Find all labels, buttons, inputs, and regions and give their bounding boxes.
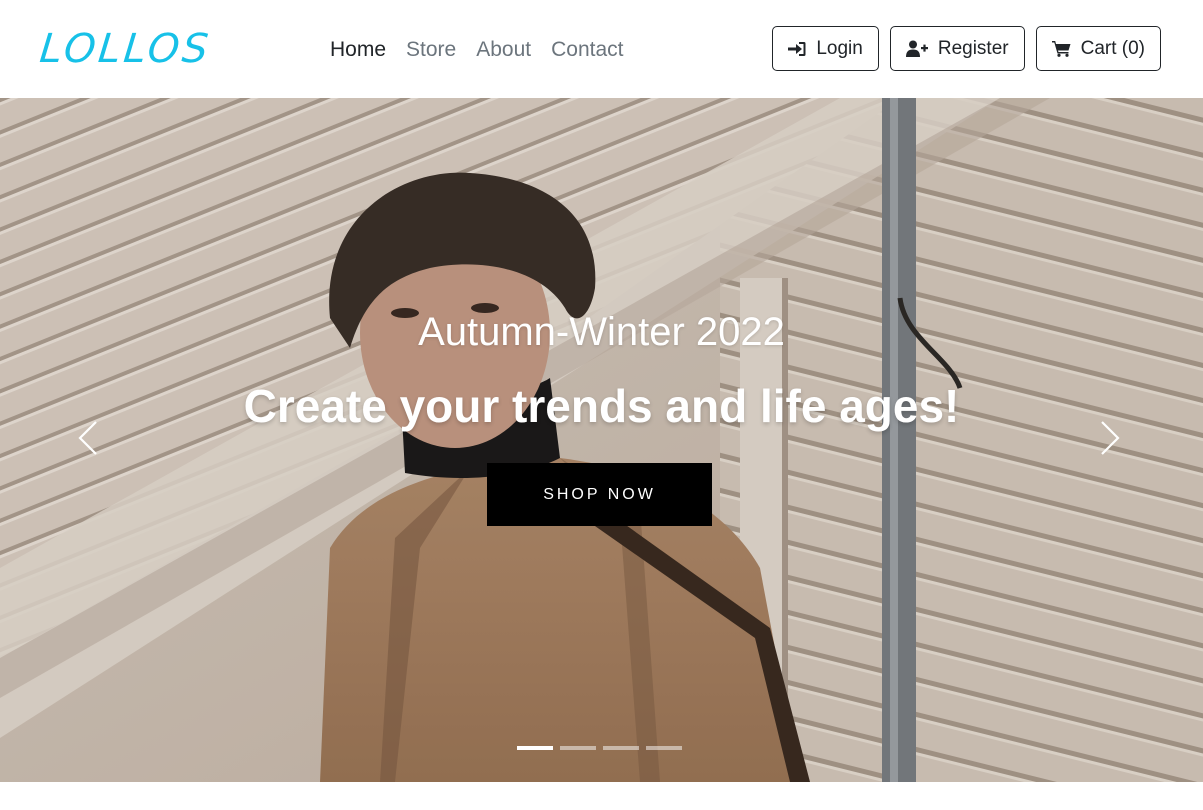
carousel-prev-button[interactable] xyxy=(68,418,108,462)
nav-link-store[interactable]: Store xyxy=(406,36,456,64)
main-nav: Home Store About Contact xyxy=(330,36,624,64)
shop-now-button[interactable]: SHOP NOW xyxy=(487,463,712,526)
register-button[interactable]: Register xyxy=(889,26,1025,71)
login-label: Login xyxy=(816,37,863,59)
cart-label: Cart (0) xyxy=(1080,37,1145,59)
hero-carousel: Autumn-Winter 2022 Create your trends an… xyxy=(0,98,1203,782)
hero-background-image xyxy=(0,98,1203,782)
nav-actions: Login Register Cart (0) xyxy=(772,26,1161,71)
hero-title: Create your trends and life ages! xyxy=(243,380,960,432)
carousel-indicator-3[interactable] xyxy=(603,746,639,750)
brand-logo[interactable]: LOLLOS xyxy=(37,24,214,74)
user-plus-icon xyxy=(905,40,928,57)
carousel-indicator-2[interactable] xyxy=(560,746,596,750)
register-label: Register xyxy=(937,37,1009,59)
cart-button[interactable]: Cart (0) xyxy=(1035,26,1161,71)
hero-subtitle: Autumn-Winter 2022 xyxy=(418,310,785,354)
chevron-left-icon xyxy=(77,420,99,461)
login-button[interactable]: Login xyxy=(772,26,879,71)
carousel-indicator-4[interactable] xyxy=(646,746,682,750)
carousel-indicator-1[interactable] xyxy=(517,746,553,750)
navbar: LOLLOS Home Store About Contact Login Re… xyxy=(0,0,1203,98)
carousel-indicators xyxy=(517,746,682,750)
nav-link-about[interactable]: About xyxy=(476,36,531,64)
sign-in-icon xyxy=(788,41,806,57)
shopping-cart-icon xyxy=(1051,40,1071,57)
nav-link-contact[interactable]: Contact xyxy=(551,36,623,64)
nav-link-home[interactable]: Home xyxy=(330,36,386,64)
chevron-right-icon xyxy=(1099,420,1121,461)
carousel-next-button[interactable] xyxy=(1090,418,1130,462)
